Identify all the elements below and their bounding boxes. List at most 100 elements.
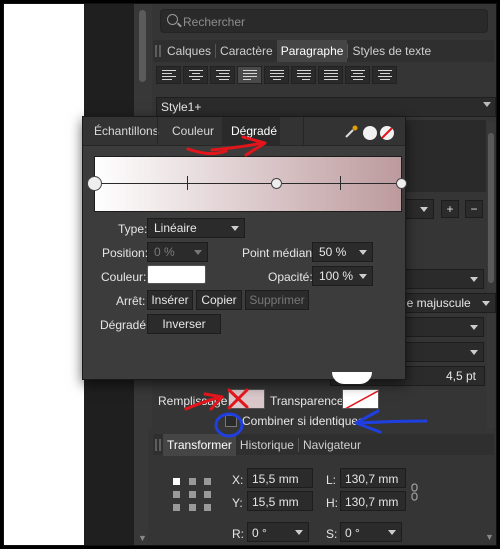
opacity-label: Opacité: xyxy=(268,270,313,284)
gradient-stop-middle[interactable] xyxy=(271,178,282,189)
y-label: Y: xyxy=(232,496,243,510)
transparency-swatch[interactable] xyxy=(342,389,379,409)
option-dropdown-3[interactable] xyxy=(400,342,484,362)
opacity-field[interactable]: 100 % xyxy=(312,266,373,286)
tab-styles-de-texte[interactable]: Styles de texte xyxy=(348,40,435,62)
tab-historique[interactable]: Historique xyxy=(236,434,298,456)
panel-grip[interactable] xyxy=(153,40,163,62)
delete-button[interactable]: Supprimer xyxy=(245,290,309,310)
reverse-button[interactable]: Inverser xyxy=(147,314,221,334)
plus-button[interactable]: + xyxy=(441,200,459,218)
gradient-stop-end[interactable] xyxy=(396,178,407,189)
scrollbar-thumb[interactable] xyxy=(139,10,146,82)
l-field[interactable]: 130,7 mm xyxy=(340,468,406,488)
gradient-label: Dégradé: xyxy=(100,318,150,332)
gradient-midpoint-tick[interactable] xyxy=(187,176,188,190)
anchor-point-grid[interactable] xyxy=(173,478,213,512)
combine-checkbox[interactable] xyxy=(225,415,237,427)
paragraph-style-value: Style1+ xyxy=(161,100,202,114)
color-swatch[interactable] xyxy=(147,265,206,284)
gradient-stop-start[interactable] xyxy=(87,176,102,191)
gradient-midpoint-tick[interactable] xyxy=(340,176,341,190)
chevron-down-icon xyxy=(194,250,202,255)
paragraph-style-select[interactable]: Style1+ xyxy=(156,97,496,117)
x-value: 15,5 mm xyxy=(252,472,299,486)
tab-transformer[interactable]: Transformer xyxy=(163,433,236,456)
r-label: R: xyxy=(232,527,244,541)
panel-scrollbar[interactable] xyxy=(487,123,495,428)
chevron-down-icon xyxy=(483,102,491,107)
position-value: 0 % xyxy=(154,245,175,259)
midpoint-value: 50 % xyxy=(319,245,347,259)
chevron-down-icon xyxy=(295,530,303,535)
gradient-track[interactable] xyxy=(96,183,401,184)
chevron-down-icon xyxy=(482,301,490,306)
option-dropdown-2[interactable] xyxy=(400,317,484,337)
tab-echantillons[interactable]: Échantillons xyxy=(94,117,159,146)
h-label: H: xyxy=(326,496,338,510)
type-value: Linéaire xyxy=(154,221,197,235)
gradient-preview[interactable] xyxy=(94,156,402,212)
midpoint-field[interactable]: 50 % xyxy=(312,242,373,262)
chevron-down-icon xyxy=(470,277,478,282)
justify-right-icon[interactable] xyxy=(291,66,316,84)
link-icon[interactable] xyxy=(410,483,420,501)
option-dropdown-1[interactable] xyxy=(400,269,484,289)
no-color-icon[interactable] xyxy=(380,126,394,140)
bottom-tab-bar: Transformer Historique Navigateur xyxy=(153,433,494,456)
x-field[interactable]: 15,5 mm xyxy=(247,468,313,488)
l-label: L: xyxy=(326,473,337,487)
capitalization-dropdown[interactable]: de majuscule xyxy=(396,293,496,313)
canvas-area[interactable] xyxy=(4,4,84,545)
align-left-icon[interactable] xyxy=(156,66,181,84)
y-value: 15,5 mm xyxy=(252,495,299,509)
minus-button[interactable]: − xyxy=(465,200,483,218)
stroke-width-value: 4,5 pt xyxy=(445,369,476,383)
justify-left-icon[interactable] xyxy=(237,66,262,84)
tab-calques[interactable]: Calques xyxy=(163,40,215,62)
r-field[interactable]: 0 ° xyxy=(247,522,309,542)
panel-scrollbar-thumb[interactable] xyxy=(488,133,494,283)
search-placeholder: Rechercher xyxy=(183,15,246,29)
alignment-toolbar xyxy=(156,66,492,86)
eyedropper-icon[interactable] xyxy=(344,125,358,139)
opacity-value: 100 % xyxy=(319,269,354,283)
tab-caractere[interactable]: Caractère xyxy=(216,40,277,62)
align-right-icon[interactable] xyxy=(210,66,235,84)
tab-navigateur[interactable]: Navigateur xyxy=(299,434,365,456)
chevron-down-icon xyxy=(359,274,367,279)
tab-degrade[interactable]: Dégradé xyxy=(222,117,280,146)
combine-label: Combiner si identiques xyxy=(242,414,365,428)
top-tab-bar: Calques Caractère Paragraphe Styles de t… xyxy=(153,40,494,62)
justify-center-icon[interactable] xyxy=(264,66,289,84)
scroll-down-arrow[interactable]: ▼ xyxy=(138,533,147,543)
align-towards-spine-icon[interactable] xyxy=(345,66,370,84)
justify-all-icon[interactable] xyxy=(318,66,343,84)
type-select[interactable]: Linéaire xyxy=(147,218,245,238)
scroll-down-arrow[interactable]: ▼ xyxy=(485,532,495,542)
insert-button[interactable]: Insérer xyxy=(147,290,193,310)
search-input[interactable]: Rechercher xyxy=(160,9,488,33)
panel-grip[interactable] xyxy=(153,434,163,456)
s-label: S: xyxy=(326,527,338,541)
fill-swatch[interactable] xyxy=(228,389,265,409)
chevron-down-icon xyxy=(359,250,367,255)
gradient-popover: Échantillons Couleur Dégradé Type: Linéa… xyxy=(82,116,407,380)
stroke-preview-shape xyxy=(332,372,372,384)
tab-paragraphe[interactable]: Paragraphe xyxy=(276,40,348,62)
align-away-spine-icon[interactable] xyxy=(372,66,397,84)
tab-couleur[interactable]: Couleur xyxy=(172,117,214,146)
s-value: 0 ° xyxy=(345,526,360,540)
x-label: X: xyxy=(232,473,244,487)
position-field[interactable]: 0 % xyxy=(147,242,208,262)
white-swatch-icon[interactable] xyxy=(363,126,377,140)
copy-button[interactable]: Copier xyxy=(196,290,242,310)
s-field[interactable]: 0 ° xyxy=(340,522,402,542)
search-icon xyxy=(167,14,178,25)
h-field[interactable]: 130,7 mm xyxy=(340,491,406,511)
stop-label: Arrêt: xyxy=(116,294,146,308)
h-value: 130,7 mm xyxy=(345,495,399,509)
align-center-icon[interactable] xyxy=(183,66,208,84)
y-field[interactable]: 15,5 mm xyxy=(247,491,313,511)
chevron-down-icon xyxy=(420,207,428,212)
